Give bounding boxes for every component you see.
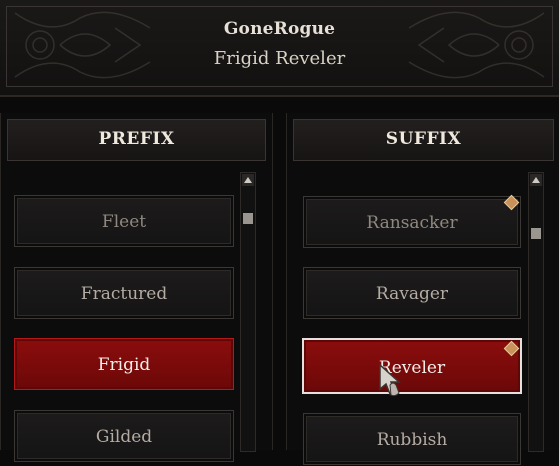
current-title: Frigid Reveler <box>213 48 346 69</box>
suffix-item-rubbish[interactable]: Rubbish <box>303 413 521 465</box>
prefix-heading: PREFIX <box>98 129 175 149</box>
suffix-scrollbar[interactable] <box>528 172 544 452</box>
scroll-up-arrow-icon[interactable] <box>530 174 542 186</box>
suffix-heading: SUFFIX <box>385 129 462 149</box>
prefix-heading-bar: PREFIX <box>7 119 266 161</box>
prefix-item-fractured[interactable]: Fractured <box>14 267 234 319</box>
prefix-item-gilded[interactable]: Gilded <box>14 410 234 462</box>
prefix-scrollbar[interactable] <box>240 172 256 452</box>
prefix-item-fleet[interactable]: Fleet <box>14 195 234 247</box>
suffix-item-reveler[interactable]: Reveler <box>302 338 522 394</box>
prefix-scroll-thumb[interactable] <box>243 213 253 224</box>
prefix-item-frigid[interactable]: Frigid <box>14 338 234 390</box>
suffix-item-ransacker[interactable]: Ransacker <box>303 196 521 248</box>
suffix-item-ravager[interactable]: Ravager <box>303 267 521 319</box>
player-name: GoneRogue <box>223 19 336 39</box>
hand-cursor-icon <box>379 363 401 397</box>
suffix-heading-bar: SUFFIX <box>293 119 554 161</box>
title-header: GoneRogue Frigid Reveler <box>0 0 559 97</box>
scroll-up-arrow-icon[interactable] <box>242 174 254 186</box>
suffix-scroll-thumb[interactable] <box>531 228 541 239</box>
